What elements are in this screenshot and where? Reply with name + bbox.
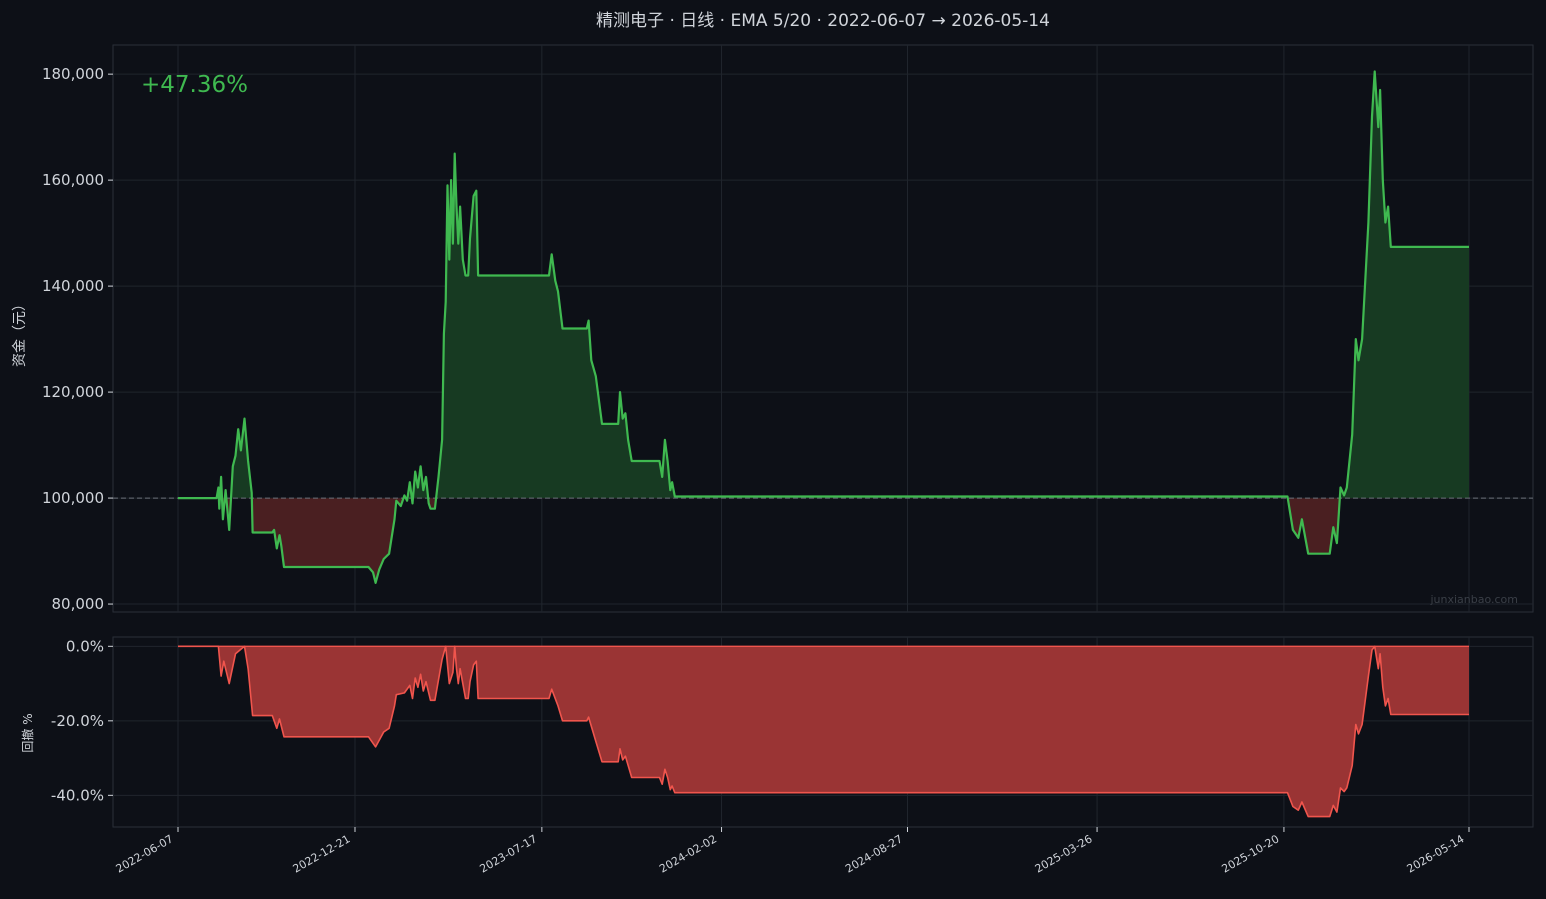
x-tick-label: 2025-10-20 [1220,832,1282,875]
equity-y-tick-label: 180,000 [42,65,104,83]
drawdown-y-tick-label: -40.0% [51,786,104,804]
x-axis: 2022-06-07 2022-12-21 2023-07-17 2024-02-02… [114,827,1470,876]
x-tick-label: 2022-12-21 [291,832,353,875]
equity-y-tick-label: 140,000 [42,277,104,295]
equity-y-tick-label: 80,000 [52,595,105,613]
x-tick-label: 2025-03-26 [1033,832,1095,875]
x-tick-label: 2024-08-27 [843,832,905,875]
chart-title: 精测电子 · 日线 · EMA 5/20 · 2022-06-07 → 2026… [596,11,1050,31]
equity-y-axis-label: 资金（元） [12,297,28,367]
drawdown-y-axis-label: 回撤 % [20,713,35,752]
equity-y-tick-label: 100,000 [42,489,104,507]
x-tick-label: 2022-06-07 [114,832,176,875]
drawdown-y-tick-label: -20.0% [51,712,104,730]
drawdown-panel: 0.0% -20.0% -40.0% [51,636,1534,828]
x-tick-label: 2024-02-02 [657,832,719,875]
watermark: junxianbao.com [1429,593,1518,606]
equity-y-tick-label: 120,000 [42,383,104,401]
equity-y-tick-label: 160,000 [42,171,104,189]
equity-panel: 80,000 100,000 120,000 140,000 160,000 180,00… [42,44,1534,613]
total-return-label: +47.36% [141,72,248,98]
drawdown-y-tick-label: 0.0% [66,637,104,655]
chart-figure: 精测电子 · 日线 · EMA 5/20 · 2022-06-07 → 2026… [0,0,1546,895]
x-tick-label: 2023-07-17 [477,832,539,875]
x-tick-label: 2026-05-14 [1405,832,1467,875]
